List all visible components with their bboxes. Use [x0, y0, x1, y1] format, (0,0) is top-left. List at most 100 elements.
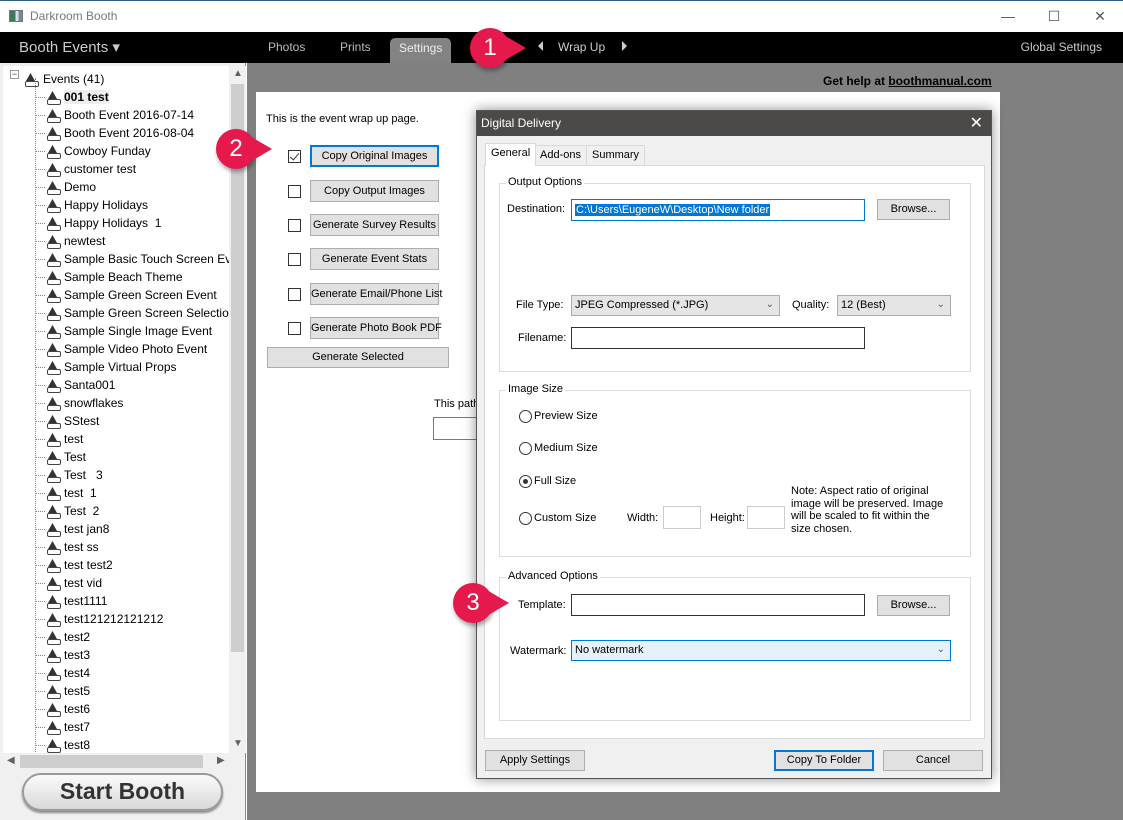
image-size-option-label[interactable]: Preview Size — [534, 410, 598, 422]
tree-item[interactable]: test1111 — [35, 592, 107, 610]
tree-item[interactable]: Cowboy Funday — [35, 142, 151, 160]
previous-section-arrow-icon[interactable] — [538, 41, 543, 51]
tree-root[interactable]: Events (41) — [23, 70, 104, 88]
width-input[interactable] — [663, 506, 701, 529]
tree-item[interactable]: test121212121212 — [35, 610, 163, 628]
tree-item[interactable]: Sample Video Photo Event — [35, 340, 207, 358]
booth-events-menu[interactable]: Booth Events ▾ — [19, 38, 120, 56]
tree-item[interactable]: Booth Event 2016-08-04 — [35, 124, 194, 142]
tree-item[interactable]: Sample Beach Theme — [35, 268, 183, 286]
image-size-option-label[interactable]: Full Size — [534, 475, 576, 487]
event-icon — [45, 450, 61, 465]
tree-item[interactable]: test vid — [35, 574, 102, 592]
tree-item[interactable]: SStest — [35, 412, 99, 430]
tree-item[interactable]: test test2 — [35, 556, 113, 574]
template-input[interactable] — [571, 594, 865, 616]
next-section-arrow-icon[interactable] — [622, 41, 627, 51]
image-size-option-label[interactable]: Custom Size — [534, 512, 596, 524]
tree-item[interactable]: Booth Event 2016-07-14 — [35, 106, 194, 124]
tab-summary[interactable]: Summary — [586, 145, 646, 165]
image-size-radio[interactable] — [519, 512, 532, 525]
scroll-down-icon[interactable]: ▼ — [233, 738, 243, 749]
collapse-toggle-icon[interactable]: − — [10, 70, 19, 79]
destination-browse-button[interactable]: Browse... — [877, 199, 950, 220]
tree-item[interactable]: test7 — [35, 718, 90, 736]
tree-horizontal-scrollbar[interactable]: ◀ ▶ — [3, 753, 229, 770]
image-size-radio[interactable] — [519, 475, 532, 488]
apply-settings-button[interactable]: Apply Settings — [485, 750, 585, 771]
image-size-radio[interactable] — [519, 442, 532, 455]
action-checkbox[interactable] — [288, 150, 301, 163]
maximize-button[interactable]: ☐ — [1031, 1, 1077, 31]
action-checkbox[interactable] — [288, 288, 301, 301]
tree-item[interactable]: Sample Virtual Props — [35, 358, 177, 376]
event-icon — [45, 342, 61, 357]
tree-item[interactable]: newtest — [35, 232, 105, 250]
action-button[interactable]: Generate Photo Book PDF — [310, 317, 442, 339]
action-checkbox[interactable] — [288, 219, 301, 232]
dialog-close-icon[interactable]: ✕ — [970, 111, 983, 136]
scroll-up-icon[interactable]: ▲ — [233, 68, 243, 79]
generate-selected-button[interactable]: Generate Selected — [267, 347, 449, 368]
tree-item[interactable]: test jan8 — [35, 520, 109, 538]
cancel-button[interactable]: Cancel — [883, 750, 983, 771]
action-checkbox[interactable] — [288, 253, 301, 266]
image-size-option-label[interactable]: Medium Size — [534, 442, 598, 454]
tab-photos[interactable]: Photos — [268, 40, 305, 54]
action-button[interactable]: Copy Original Images — [310, 145, 439, 167]
tree-item[interactable]: snowflakes — [35, 394, 123, 412]
minimize-button[interactable]: — — [985, 1, 1031, 31]
template-browse-button[interactable]: Browse... — [877, 595, 950, 616]
tree-item[interactable]: Demo — [35, 178, 96, 196]
start-booth-button[interactable]: Start Booth — [22, 773, 223, 811]
tree-item[interactable]: 001 test — [35, 88, 109, 106]
tree-item[interactable]: Santa001 — [35, 376, 115, 394]
watermark-select[interactable]: No watermark ⌄ — [571, 640, 951, 661]
tab-general[interactable]: General — [485, 143, 537, 166]
tree-item[interactable]: Test 3 — [35, 466, 103, 484]
destination-input[interactable]: C:\Users\EugeneW\Desktop\New folder — [571, 199, 865, 221]
tree-item[interactable]: test2 — [35, 628, 90, 646]
tree-item[interactable]: test3 — [35, 646, 90, 664]
copy-to-folder-button[interactable]: Copy To Folder — [774, 750, 874, 771]
action-button[interactable]: Generate Event Stats — [310, 248, 439, 270]
tab-prints[interactable]: Prints — [340, 40, 371, 54]
global-settings-link[interactable]: Global Settings — [1021, 40, 1102, 54]
tree-item[interactable]: test — [35, 430, 83, 448]
tree-item[interactable]: test5 — [35, 682, 90, 700]
help-link[interactable]: boothmanual.com — [888, 74, 991, 88]
tree-item[interactable]: Happy Holidays 1 — [35, 214, 161, 232]
tree-item[interactable]: test4 — [35, 664, 90, 682]
tree-vertical-scrollbar[interactable]: ▲ ▼ — [229, 66, 246, 753]
tree-item[interactable]: Test 2 — [35, 502, 99, 520]
tree-item[interactable]: Sample Green Screen Selection — [35, 304, 229, 322]
tree-item[interactable]: Sample Green Screen Event — [35, 286, 217, 304]
action-button[interactable]: Copy Output Images — [310, 180, 439, 202]
tree-line — [35, 547, 45, 548]
filename-input[interactable] — [571, 327, 865, 349]
tab-add-ons[interactable]: Add-ons — [534, 145, 587, 165]
tree-item[interactable]: Sample Basic Touch Screen Eve — [35, 250, 229, 268]
action-checkbox[interactable] — [288, 322, 301, 335]
scroll-right-icon[interactable]: ▶ — [217, 755, 225, 766]
tree-item[interactable]: test 1 — [35, 484, 97, 502]
close-button[interactable]: ✕ — [1077, 1, 1123, 31]
tree-item[interactable]: Happy Holidays — [35, 196, 148, 214]
tree-item[interactable]: test8 — [35, 736, 90, 753]
tab-settings[interactable]: Settings — [390, 38, 452, 63]
scrollbar-thumb[interactable] — [20, 755, 203, 768]
quality-select[interactable]: 12 (Best) ⌄ — [837, 295, 951, 316]
tree-item[interactable]: customer test — [35, 160, 136, 178]
file-type-select[interactable]: JPEG Compressed (*.JPG) ⌄ — [571, 295, 780, 316]
tree-item[interactable]: test6 — [35, 700, 90, 718]
action-button[interactable]: Generate Survey Results — [310, 214, 439, 236]
tree-item[interactable]: Test — [35, 448, 86, 466]
tree-item[interactable]: test ss — [35, 538, 99, 556]
action-button[interactable]: Generate Email/Phone List — [310, 283, 442, 305]
scrollbar-thumb[interactable] — [231, 84, 244, 652]
height-input[interactable] — [747, 506, 785, 529]
action-checkbox[interactable] — [288, 185, 301, 198]
image-size-radio[interactable] — [519, 410, 532, 423]
scroll-left-icon[interactable]: ◀ — [7, 755, 15, 766]
tree-item[interactable]: Sample Single Image Event — [35, 322, 212, 340]
